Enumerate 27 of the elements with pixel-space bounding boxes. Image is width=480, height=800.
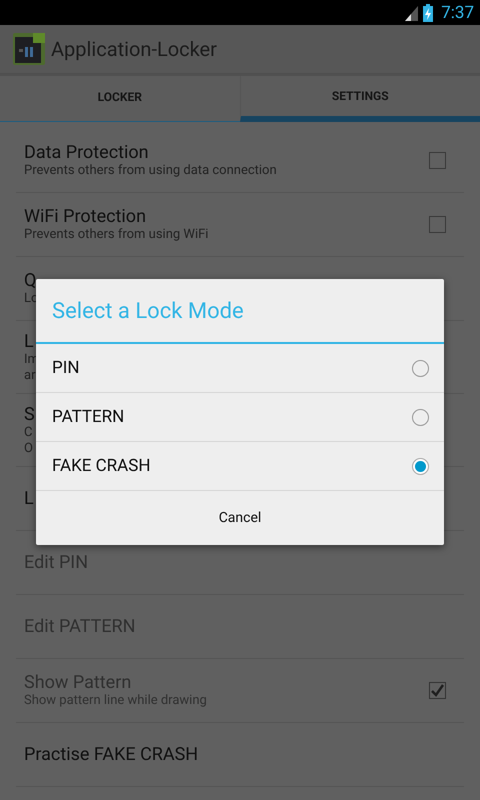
setting-title: Practise FAKE CRASH bbox=[24, 744, 198, 765]
dialog-title: Select a Lock Mode bbox=[36, 279, 444, 344]
setting-summary: Prevents others from using WiFi bbox=[24, 227, 208, 243]
setting-summary: C bbox=[24, 424, 32, 440]
setting-title: L bbox=[24, 330, 34, 352]
checkbox[interactable] bbox=[429, 216, 446, 233]
radio-button[interactable] bbox=[412, 360, 429, 376]
setting-title: WiFi Protection bbox=[24, 206, 146, 227]
setting-summary: Prevents others from using data connection bbox=[24, 163, 277, 179]
radio-button[interactable] bbox=[412, 458, 429, 474]
setting-title: Data Protection bbox=[24, 142, 149, 163]
battery-charging-icon bbox=[423, 4, 434, 22]
setting-title: L bbox=[24, 488, 34, 509]
option-label[interactable]: FAKE CRASH bbox=[52, 456, 412, 476]
app-title: Application-Locker bbox=[51, 37, 217, 61]
cancel-button[interactable]: Cancel bbox=[36, 491, 444, 545]
setting-title: Q bbox=[24, 270, 36, 291]
option-label[interactable]: PIN bbox=[52, 358, 412, 378]
signal-icon bbox=[405, 4, 420, 20]
setting-summary: O bbox=[24, 440, 33, 456]
radio-button[interactable] bbox=[412, 408, 429, 426]
app-icon bbox=[13, 33, 45, 65]
option-label[interactable]: PATTERN bbox=[52, 407, 412, 427]
checkbox[interactable] bbox=[429, 152, 446, 169]
setting-summary: ar bbox=[24, 368, 36, 384]
setting-title: S bbox=[24, 404, 35, 424]
clock-time: 7:37 bbox=[441, 2, 474, 22]
